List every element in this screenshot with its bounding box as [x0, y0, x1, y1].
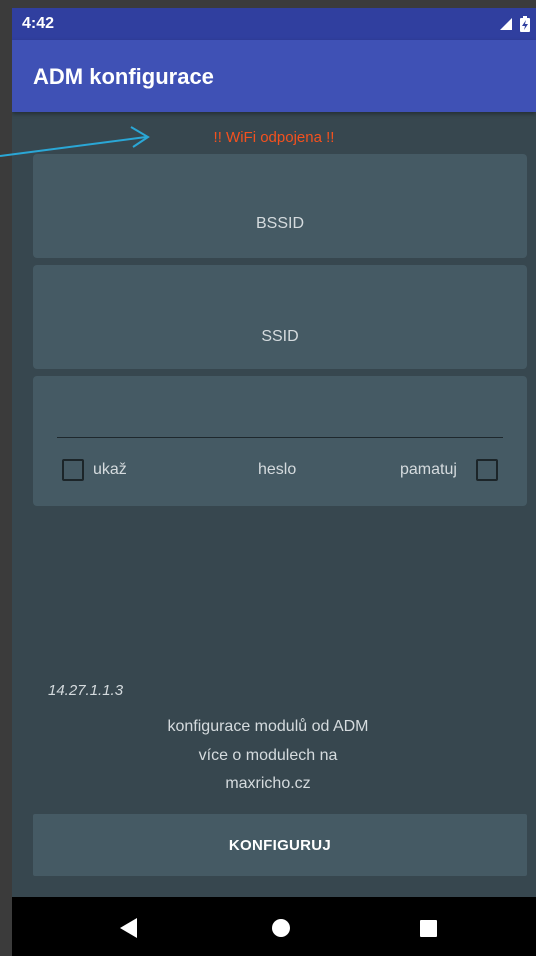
- password-card: ukaž heslo pamatuj: [33, 376, 527, 506]
- back-icon: [120, 918, 137, 938]
- status-time: 4:42: [22, 15, 55, 32]
- configure-button[interactable]: KONFIGURUJ: [33, 814, 527, 876]
- nav-back-button[interactable]: [90, 897, 170, 956]
- info-line-3: maxricho.cz: [225, 775, 311, 792]
- remember-label: pamatuj: [400, 461, 457, 478]
- info-line-2: více o modulech na: [198, 747, 338, 764]
- wifi-warning: !! WiFi odpojena !!: [213, 129, 335, 146]
- battery-icon: [520, 16, 530, 32]
- app-bar: ADM konfigurace: [12, 40, 536, 112]
- password-underline: [57, 437, 503, 438]
- recents-icon: [420, 920, 437, 937]
- navigation-bar: [12, 897, 536, 956]
- password-label: heslo: [258, 461, 297, 478]
- version-text: 14.27.1.1.3: [48, 682, 124, 699]
- info-line-1: konfigurace modulů od ADM: [167, 718, 369, 735]
- home-icon: [272, 919, 290, 937]
- ssid-field[interactable]: SSID: [33, 265, 527, 369]
- password-input[interactable]: [33, 376, 527, 438]
- app-title: ADM konfigurace: [33, 64, 214, 89]
- nav-home-button[interactable]: [241, 897, 321, 956]
- bssid-field[interactable]: BSSID: [33, 154, 527, 258]
- nav-recents-button[interactable]: [388, 897, 468, 956]
- show-password-label: ukaž: [93, 461, 127, 478]
- bssid-label: BSSID: [255, 215, 304, 232]
- status-bar: 4:42: [12, 8, 536, 40]
- phone-screen: 4:42 ADM konfigurace !! WiFi odpojena !!…: [12, 8, 536, 956]
- show-password-checkbox[interactable]: [62, 459, 84, 481]
- ssid-label: SSID: [261, 328, 299, 345]
- remember-checkbox[interactable]: [476, 459, 498, 481]
